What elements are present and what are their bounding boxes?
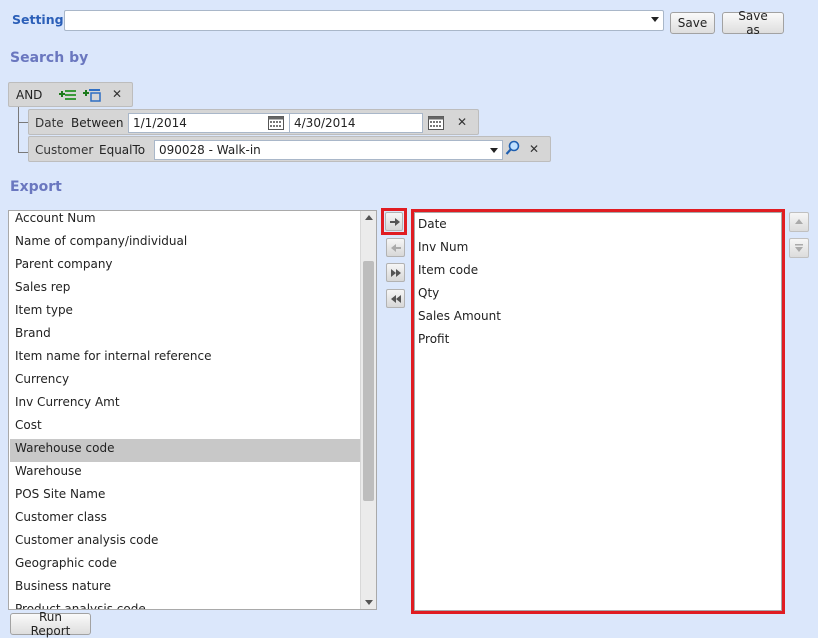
available-field-item[interactable]: Inv Currency Amt bbox=[10, 393, 361, 416]
selected-field-item[interactable]: Profit bbox=[418, 332, 449, 346]
arrow-right-icon bbox=[390, 218, 400, 226]
date-from-input[interactable]: 1/1/2014 bbox=[128, 113, 291, 133]
criteria-row-date: Date Between 1/1/2014 4/30/2014 ✕ bbox=[28, 109, 479, 135]
arrow-left-icon bbox=[391, 244, 401, 252]
available-field-item[interactable]: Brand bbox=[10, 324, 361, 347]
arrow-down-icon[interactable] bbox=[365, 600, 373, 605]
available-field-item[interactable]: Warehouse bbox=[10, 462, 361, 485]
date-to-input[interactable]: 4/30/2014 bbox=[289, 113, 423, 133]
available-field-item[interactable]: Currency bbox=[10, 370, 361, 393]
save-as-button[interactable]: Save as bbox=[722, 9, 784, 37]
and-group: AND ✕ bbox=[8, 82, 133, 107]
save-button[interactable]: Save bbox=[670, 12, 715, 34]
arrow-down-icon bbox=[795, 244, 803, 252]
selected-field-item[interactable]: Sales Amount bbox=[418, 309, 501, 323]
criteria-operator[interactable]: Between bbox=[71, 116, 124, 130]
calendar-icon[interactable] bbox=[268, 116, 284, 130]
available-field-item[interactable]: Product analysis code bbox=[10, 600, 361, 609]
add-group-icon[interactable] bbox=[83, 87, 101, 103]
move-up-button[interactable] bbox=[789, 212, 809, 232]
tree-line bbox=[18, 107, 19, 153]
customer-select[interactable]: 090028 - Walk-in bbox=[154, 140, 503, 160]
arrow-up-icon[interactable] bbox=[365, 215, 373, 220]
chevron-down-icon[interactable] bbox=[651, 17, 659, 22]
remove-criteria-icon[interactable]: ✕ bbox=[529, 142, 539, 156]
selected-field-item[interactable]: Date bbox=[418, 217, 447, 231]
criteria-row-customer: Customer EqualTo 090028 - Walk-in ✕ bbox=[28, 136, 551, 162]
run-report-button[interactable]: Run Report bbox=[10, 610, 91, 638]
available-field-item[interactable]: Customer analysis code bbox=[10, 531, 361, 554]
available-field-item[interactable]: Parent company bbox=[10, 255, 361, 278]
setting-label: Setting: bbox=[12, 12, 69, 27]
scrollbar-thumb[interactable] bbox=[363, 261, 374, 501]
move-all-left-button[interactable] bbox=[386, 289, 405, 308]
move-right-button[interactable] bbox=[385, 212, 403, 231]
available-fields-list[interactable]: Account Num Name of company/individual Par… bbox=[8, 210, 377, 610]
arrow-up-icon bbox=[795, 219, 803, 224]
export-heading: Export bbox=[10, 179, 62, 195]
available-field-item[interactable]: Business nature bbox=[10, 577, 361, 600]
available-field-item[interactable]: Item name for internal reference bbox=[10, 347, 361, 370]
magnifier-icon[interactable] bbox=[505, 140, 521, 159]
available-field-item[interactable]: Customer class bbox=[10, 508, 361, 531]
selected-field-item[interactable]: Inv Num bbox=[418, 240, 468, 254]
selected-fields-list[interactable]: Date Inv Num Item code Qty Sales Amount Profi… bbox=[414, 212, 782, 611]
remove-criteria-icon[interactable]: ✕ bbox=[457, 115, 467, 129]
setting-select[interactable] bbox=[64, 10, 664, 31]
available-field-item[interactable]: Item type bbox=[10, 301, 361, 324]
criteria-operator[interactable]: EqualTo bbox=[99, 143, 145, 157]
available-field-item[interactable]: Warehouse code bbox=[10, 439, 361, 462]
calendar-icon[interactable] bbox=[428, 116, 444, 130]
move-left-button[interactable] bbox=[386, 238, 405, 257]
move-down-button[interactable] bbox=[789, 238, 809, 258]
remove-group-icon[interactable]: ✕ bbox=[112, 87, 122, 101]
criteria-field-label: Customer bbox=[35, 143, 94, 157]
double-arrow-right-icon bbox=[391, 269, 401, 277]
available-field-item[interactable]: Geographic code bbox=[10, 554, 361, 577]
selected-field-item[interactable]: Item code bbox=[418, 263, 478, 277]
criteria-field-label: Date bbox=[35, 116, 64, 130]
available-field-item[interactable]: Name of company/individual bbox=[10, 232, 361, 255]
selected-field-item[interactable]: Qty bbox=[418, 286, 439, 300]
available-field-item[interactable]: Cost bbox=[10, 416, 361, 439]
move-all-right-button[interactable] bbox=[386, 263, 405, 282]
double-arrow-left-icon bbox=[391, 295, 401, 303]
add-condition-icon[interactable] bbox=[59, 87, 77, 103]
chevron-down-icon[interactable] bbox=[490, 148, 498, 153]
group-operator[interactable]: AND bbox=[16, 88, 42, 102]
search-by-heading: Search by bbox=[10, 50, 89, 66]
available-field-item[interactable]: Account Num bbox=[10, 211, 361, 232]
available-field-item[interactable]: Sales rep bbox=[10, 278, 361, 301]
scrollbar[interactable] bbox=[360, 211, 376, 609]
available-field-item[interactable]: POS Site Name bbox=[10, 485, 361, 508]
